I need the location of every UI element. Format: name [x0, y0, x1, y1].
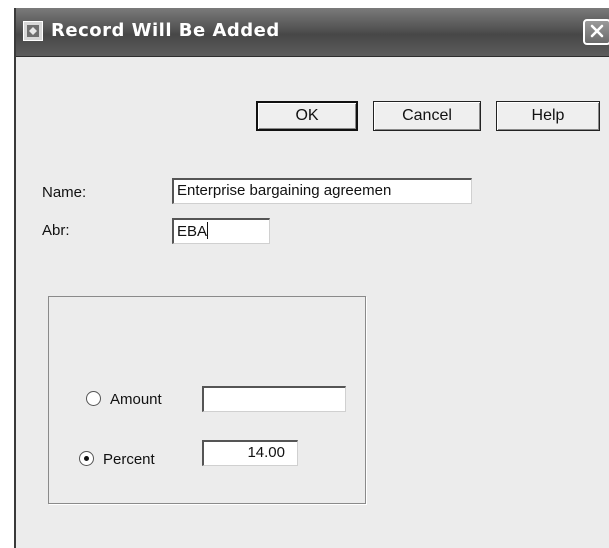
close-icon [590, 24, 604, 38]
name-field[interactable]: Enterprise bargaining agreemen [172, 178, 472, 204]
radio-selected-dot [84, 456, 89, 461]
help-button[interactable]: Help [496, 101, 600, 131]
text-caret [207, 222, 209, 239]
title-bar[interactable]: Record Will Be Added [16, 8, 609, 57]
abr-value: EBA [177, 223, 208, 240]
amount-radio[interactable] [86, 391, 101, 406]
ok-button[interactable]: OK [256, 101, 358, 131]
amount-label: Amount [110, 391, 162, 408]
record-dialog: Record Will Be Added OK Cancel Help Name… [14, 8, 609, 548]
percent-radio[interactable] [79, 451, 94, 466]
dialog-title: Record Will Be Added [51, 20, 280, 41]
cancel-button[interactable]: Cancel [373, 101, 481, 131]
percent-field[interactable]: 14.00 [202, 440, 298, 466]
name-label: Name: [42, 184, 87, 201]
app-window-icon [23, 21, 43, 41]
amount-field[interactable] [202, 386, 346, 412]
abr-label: Abr: [42, 222, 70, 239]
close-button[interactable] [583, 19, 609, 45]
abr-field[interactable]: EBA [172, 218, 270, 244]
percent-label: Percent [103, 451, 155, 468]
